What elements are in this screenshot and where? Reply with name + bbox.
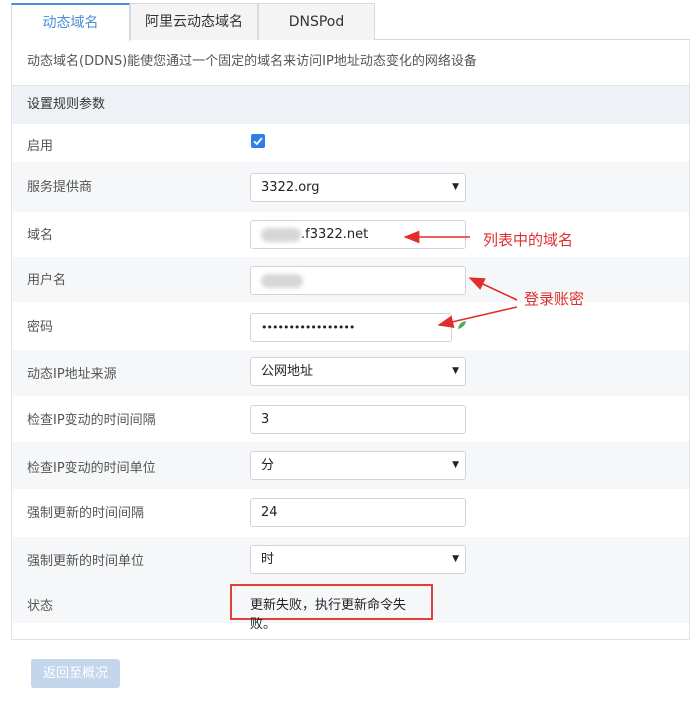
password-arrow [437,306,518,328]
username-arrow [468,277,518,301]
back-to-overview-button[interactable]: 返回至概况 [31,659,120,688]
account-annotation: 登录账密 [524,290,585,308]
annotation-arrows [403,230,518,328]
domain-annotation: 列表中的域名 [483,231,574,249]
